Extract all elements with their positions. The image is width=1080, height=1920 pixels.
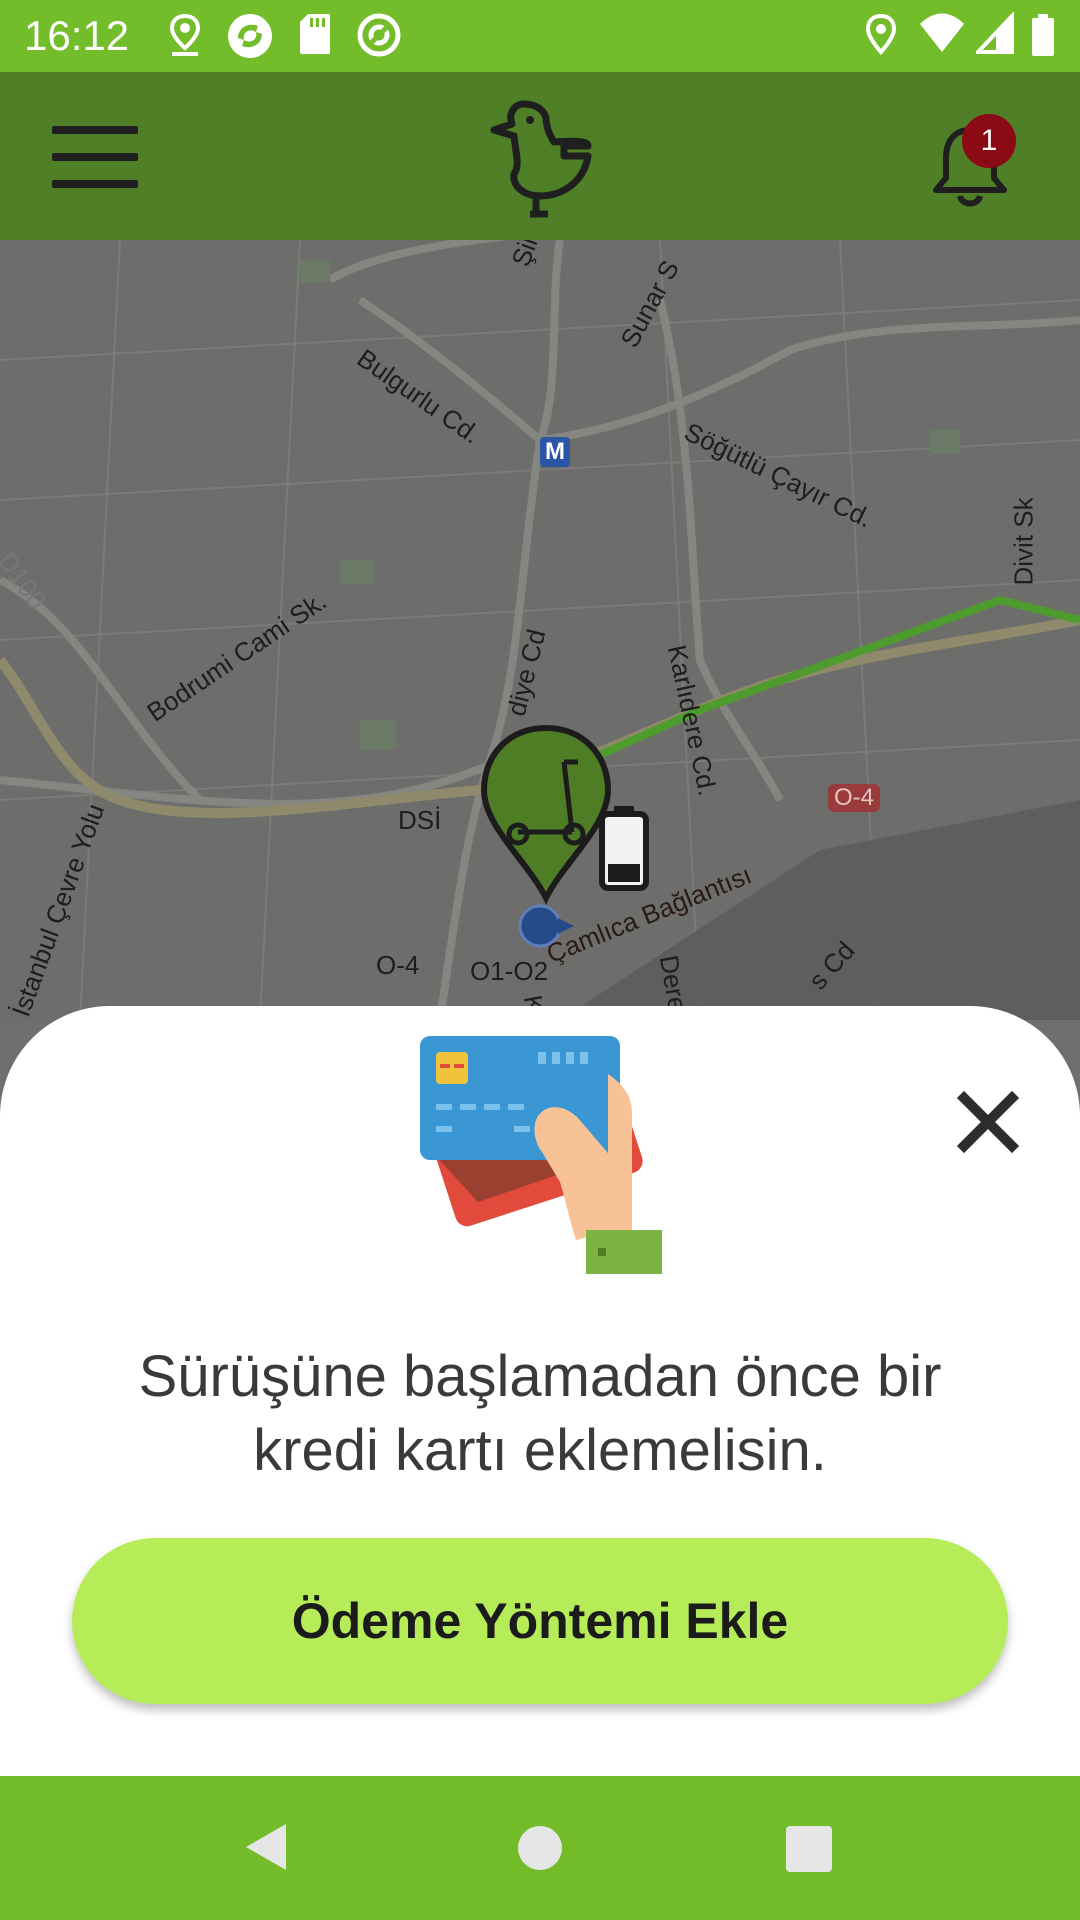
battery-low-icon	[599, 806, 649, 891]
at-sign-icon	[357, 13, 401, 57]
scooter-pin-icon[interactable]	[478, 722, 614, 912]
wifi-icon	[920, 13, 964, 52]
message-line-1: Sürüşüne başlamadan önce bir	[138, 1344, 942, 1409]
close-icon[interactable]	[956, 1090, 1020, 1154]
signal-icon	[976, 12, 1014, 54]
map-label-o4-badge: O-4	[828, 784, 881, 812]
add-payment-method-button[interactable]: Ödeme Yöntemi Ekle	[72, 1538, 1008, 1704]
metro-station-badge[interactable]: M	[540, 437, 570, 467]
payment-required-message: Sürüşüne başlamadan önce bir kredi kartı…	[60, 1340, 1020, 1488]
user-location-icon	[518, 904, 574, 948]
status-bar: 16:12	[0, 0, 1080, 72]
map-label-dsi: DSİ	[398, 805, 442, 835]
location-pin-icon	[169, 13, 201, 56]
duck-logo-icon	[490, 100, 592, 218]
map-label-o4-road: O-4	[376, 950, 420, 980]
credit-card-hand-icon	[420, 1036, 662, 1274]
location-icon	[865, 13, 897, 55]
battery-icon	[1032, 14, 1054, 56]
sync-app-icon	[228, 14, 272, 58]
notification-badge: 1	[962, 114, 1016, 168]
sd-card-icon	[300, 14, 330, 54]
back-icon[interactable]	[244, 1822, 288, 1872]
map-view[interactable]: Şile Sunar S Bulgurlu Cd. M Söğütlü Çayı…	[0, 240, 1080, 1020]
message-line-2: kredi kartı eklemelisin.	[253, 1418, 827, 1483]
map-label-o102: O1-O2	[470, 956, 549, 986]
recents-icon[interactable]	[786, 1826, 832, 1872]
hamburger-menu-icon[interactable]	[52, 126, 138, 188]
map-label-divit: Divit Sk	[1008, 497, 1039, 586]
top-app-bar: 1	[0, 72, 1080, 240]
status-time: 16:12	[24, 12, 130, 59]
home-icon[interactable]	[518, 1826, 562, 1870]
